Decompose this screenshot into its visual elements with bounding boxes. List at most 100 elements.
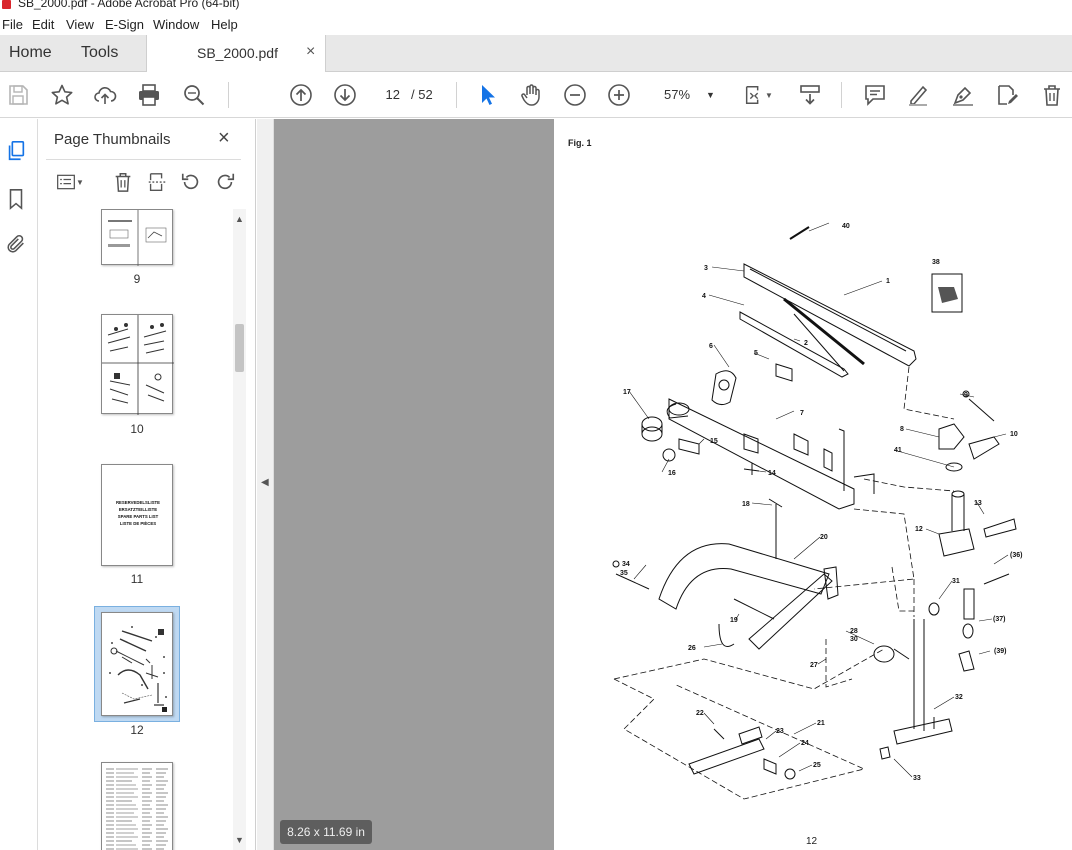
chevron-down-icon: ▼ (765, 90, 773, 100)
star-icon (51, 84, 73, 105)
callout-label: 30 (850, 636, 858, 643)
callout-label: 28 (850, 628, 858, 635)
printer-icon (139, 84, 159, 106)
callout-label: 8 (900, 426, 904, 433)
rotate-right-icon (217, 173, 235, 190)
callout-label: 22 (696, 710, 704, 717)
callout-label: 41 (894, 447, 902, 454)
fountain-pen-icon (953, 86, 973, 106)
thumbnail-page-9[interactable] (101, 209, 173, 266)
comment-button[interactable] (862, 82, 888, 108)
menu-help[interactable]: Help (211, 17, 238, 32)
rotate-clockwise-button[interactable] (212, 169, 238, 195)
search-zoom-icon (184, 85, 205, 106)
upload-cloud-button[interactable] (92, 82, 118, 108)
chevron-down-icon: ▼ (706, 90, 715, 100)
toolbar: 12 / 52 57% ▼ ▼ (0, 72, 1072, 118)
tab-home[interactable]: Home (9, 44, 52, 62)
menu-file[interactable]: File (2, 17, 23, 32)
attachments-rail-button[interactable] (4, 232, 28, 256)
panel-close-icon[interactable]: × (218, 127, 230, 150)
tab-document[interactable]: SB_2000.pdf × (146, 35, 326, 72)
next-page-button[interactable] (332, 82, 358, 108)
page-thumbnails-rail-button[interactable] (4, 139, 28, 163)
thumbnail-scrollbar-thumb[interactable] (235, 324, 244, 372)
tab-close-icon[interactable]: × (306, 43, 315, 61)
thumbnail-preview (108, 210, 167, 266)
menu-edit[interactable]: Edit (32, 17, 54, 32)
zoom-level-select[interactable]: 57% ▼ (650, 84, 720, 106)
arrow-up-circle-icon (290, 84, 312, 106)
callout-label: 7 (800, 410, 804, 417)
tab-tools[interactable]: Tools (81, 44, 118, 62)
thumbnail-preview (106, 768, 168, 850)
scroll-up-arrow-icon[interactable]: ▲ (235, 214, 244, 224)
bookmarks-rail-button[interactable] (4, 187, 28, 211)
page-size-badge: 8.26 x 11.69 in (280, 820, 372, 844)
thumbnail-label: 11 (130, 572, 144, 586)
thumbnail-page-12[interactable] (101, 612, 173, 716)
thumbnail-options-button[interactable]: ▼ (52, 169, 88, 195)
chevron-left-icon: ◀ (261, 477, 269, 488)
scroll-down-arrow-icon[interactable]: ▼ (235, 835, 244, 845)
menu-view[interactable]: View (66, 17, 94, 32)
callout-label: 5 (754, 350, 758, 357)
delete-pages-button[interactable] (110, 169, 136, 195)
thumbnail-page-13[interactable] (101, 762, 173, 850)
zoom-out-button[interactable] (562, 82, 588, 108)
page-fit-button[interactable]: ▼ (740, 82, 776, 108)
scrolling-mode-button[interactable] (797, 82, 823, 108)
callout-label: 3 (704, 265, 708, 272)
select-tool-button[interactable] (474, 82, 500, 108)
comment-icon (865, 85, 885, 106)
callout-label: 15 (710, 438, 718, 445)
print-button[interactable] (136, 82, 162, 108)
page-thumbnails-panel: Page Thumbnails × ▼ 9 10 RESERVEDELSLIST… (38, 119, 256, 850)
hand-icon (521, 84, 540, 106)
callout-label: 21 (817, 720, 825, 727)
chevron-down-icon: ▼ (76, 177, 84, 187)
document-canvas (274, 119, 554, 850)
menu-window[interactable]: Window (153, 17, 199, 32)
callout-label: 19 (730, 617, 738, 624)
previous-page-button[interactable] (288, 82, 314, 108)
hand-tool-button[interactable] (518, 82, 544, 108)
thumbnail-page-11[interactable]: RESERVEDELSLISTE ERSATZTEILLISTE SPARE P… (101, 464, 173, 566)
highlight-button[interactable] (905, 82, 931, 108)
callout-label: 18 (742, 501, 750, 508)
left-rail (0, 119, 38, 850)
bookmark-star-button[interactable] (49, 82, 75, 108)
save-icon (9, 85, 28, 105)
menu-esign[interactable]: E-Sign (105, 17, 144, 32)
callout-label: 20 (820, 534, 828, 541)
thumbnail-label: 9 (133, 272, 141, 286)
callout-label: (37) (993, 616, 1005, 623)
zoom-in-button[interactable] (606, 82, 632, 108)
thumbnail-text-line: RESERVEDELSLISTE (115, 500, 161, 505)
save-button[interactable] (5, 82, 31, 108)
page-number-input[interactable]: 12 (377, 84, 405, 106)
thumbnail-list: 9 10 RESERVEDELSLISTE ERSATZTEILLISTE SP… (38, 209, 238, 850)
callout-label: (36) (1010, 552, 1022, 559)
page-number-footer: 12 (806, 836, 818, 847)
list-options-icon (57, 174, 75, 190)
pages-icon (8, 141, 25, 161)
edit-pdf-button[interactable] (994, 82, 1020, 108)
panel-collapse-handle[interactable]: ◀ (257, 119, 274, 850)
extract-pages-button[interactable] (144, 169, 170, 195)
paperclip-icon (7, 234, 24, 253)
thumbnail-page-10[interactable] (101, 314, 174, 415)
scroll-mode-icon (800, 85, 820, 105)
find-button[interactable] (181, 82, 207, 108)
delete-button[interactable] (1039, 82, 1065, 108)
acrobat-logo-icon (2, 0, 11, 9)
sign-button[interactable] (950, 82, 976, 108)
callout-label: 16 (668, 470, 676, 477)
tab-document-label: SB_2000.pdf (197, 45, 278, 61)
rotate-counterclockwise-button[interactable] (178, 169, 204, 195)
thumbnail-preview (102, 315, 174, 415)
thumbnail-scrollbar[interactable] (233, 209, 246, 850)
cloud-upload-icon (94, 87, 117, 104)
toolbar-divider (456, 82, 457, 108)
arrow-down-circle-icon (334, 84, 356, 106)
